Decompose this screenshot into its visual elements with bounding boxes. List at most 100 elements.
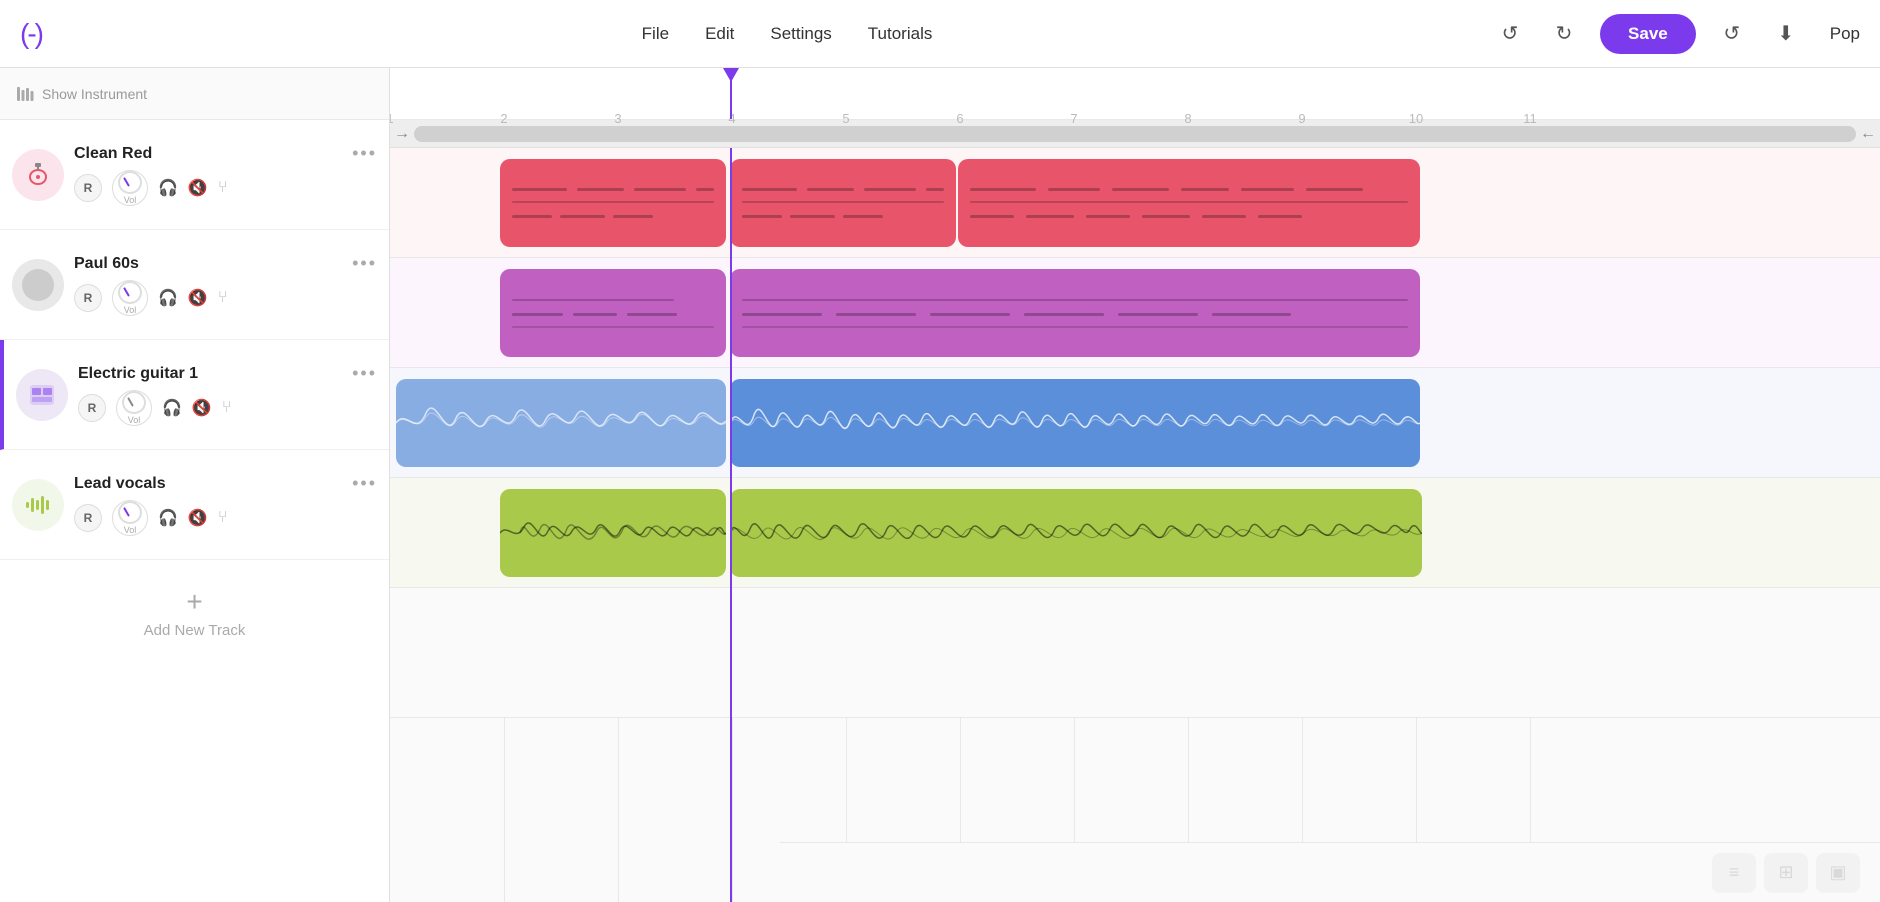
track-name-row: Electric guitar 1 ••• xyxy=(78,363,377,384)
record-btn-clean-red[interactable]: R xyxy=(74,174,102,202)
fork-icon-electric-guitar[interactable]: ⑂ xyxy=(222,399,232,417)
track-controls-clean-red: R Vol 🎧 🔇 ⑂ xyxy=(74,170,377,206)
fork-icon-lead-vocals[interactable]: ⑂ xyxy=(218,509,228,527)
vol-dial-electric-guitar[interactable]: Vol xyxy=(116,390,152,426)
sync-button[interactable]: ↺ xyxy=(1714,16,1750,52)
mute-icon-clean-red[interactable]: 🔇 xyxy=(188,178,208,198)
track-more-electric-guitar[interactable]: ••• xyxy=(352,363,377,384)
nav-tutorials[interactable]: Tutorials xyxy=(868,24,933,44)
track-panel: Show Instrument Clean Red ••• xyxy=(0,68,390,902)
clip-lead-vocals-2[interactable] xyxy=(730,489,1422,577)
guitar-icon xyxy=(24,161,52,189)
timeline-ruler: 1 2 3 4 5 6 7 8 9 10 11 xyxy=(390,68,1880,120)
undo-button[interactable]: ↺ xyxy=(1492,16,1528,52)
track-name-electric-guitar: Electric guitar 1 xyxy=(78,365,198,383)
vol-dial-paul-60s[interactable]: Vol xyxy=(112,280,148,316)
add-track-label: Add New Track xyxy=(144,622,246,639)
track-name-row: Paul 60s ••• xyxy=(74,253,377,274)
clip-paul-60s-1[interactable] xyxy=(500,269,726,357)
view-btn-3[interactable]: ▣ xyxy=(1816,853,1860,893)
track-controls-electric-guitar: R Vol 🎧 🔇 ⑂ xyxy=(78,390,377,426)
track-lane-clean-red[interactable] xyxy=(390,148,1880,258)
save-button[interactable]: Save xyxy=(1600,14,1696,54)
track-info-clean-red: Clean Red ••• R Vol 🎧 🔇 ⑂ xyxy=(74,143,377,206)
track-row: Paul 60s ••• R Vol 🎧 🔇 ⑂ xyxy=(0,230,389,340)
track-more-paul-60s[interactable]: ••• xyxy=(352,253,377,274)
redo-button[interactable]: ↻ xyxy=(1546,16,1582,52)
mute-icon-paul-60s[interactable]: 🔇 xyxy=(188,288,208,308)
clip-electric-guitar-2[interactable] xyxy=(730,379,1420,467)
vol-dial-clean-red[interactable]: Vol xyxy=(112,170,148,206)
track-lane-electric-guitar[interactable] xyxy=(390,368,1880,478)
clip-clean-red-1[interactable] xyxy=(500,159,726,247)
waveform-svg-vocals-1 xyxy=(500,493,726,573)
waveform-svg-1 xyxy=(396,383,726,463)
main-nav: File Edit Settings Tutorials xyxy=(82,24,1492,44)
nav-settings[interactable]: Settings xyxy=(770,24,831,44)
track-row: Lead vocals ••• R Vol 🎧 🔇 ⑂ xyxy=(0,450,389,560)
nav-edit[interactable]: Edit xyxy=(705,24,734,44)
track-lane-lead-vocals[interactable] xyxy=(390,478,1880,588)
clip-clean-red-2[interactable] xyxy=(730,159,956,247)
track-avatar-lead-vocals xyxy=(12,479,64,531)
track-more-lead-vocals[interactable]: ••• xyxy=(352,473,377,494)
track-controls-lead-vocals: R Vol 🎧 🔇 ⑂ xyxy=(74,500,377,536)
headphone-icon-electric-guitar[interactable]: 🎧 xyxy=(162,398,182,418)
track-lane-paul-60s[interactable] xyxy=(390,258,1880,368)
view-btn-1[interactable]: ≡ xyxy=(1712,853,1756,893)
mute-icon-lead-vocals[interactable]: 🔇 xyxy=(188,508,208,528)
waveform-icon xyxy=(24,491,52,519)
clip-paul-60s-2[interactable] xyxy=(730,269,1420,357)
playhead-ruler xyxy=(730,68,732,119)
header-controls: ↺ ↻ Save ↺ ⬇ Pop xyxy=(1492,14,1860,54)
download-button[interactable]: ⬇ xyxy=(1768,16,1804,52)
track-row: Electric guitar 1 ••• R Vol 🎧 🔇 ⑂ xyxy=(0,340,389,450)
ruler-num-7: 7 xyxy=(1070,111,1077,126)
range-arrow-left-icon[interactable]: → xyxy=(394,125,410,143)
range-arrow-right-icon[interactable]: ← xyxy=(1860,125,1876,143)
track-list: Clean Red ••• R Vol 🎧 🔇 ⑂ xyxy=(0,120,389,902)
record-btn-paul-60s[interactable]: R xyxy=(74,284,102,312)
track-name-clean-red: Clean Red xyxy=(74,145,152,163)
instrument-icon xyxy=(16,85,34,103)
track-more-clean-red[interactable]: ••• xyxy=(352,143,377,164)
ruler-num-5: 5 xyxy=(842,111,849,126)
ruler-num-11: 11 xyxy=(1523,111,1537,126)
clip-lead-vocals-1[interactable] xyxy=(500,489,726,577)
view-btn-2[interactable]: ⊞ xyxy=(1764,853,1808,893)
nav-file[interactable]: File xyxy=(642,24,669,44)
show-instrument-label: Show Instrument xyxy=(42,86,147,102)
track-controls-paul-60s: R Vol 🎧 🔇 ⑂ xyxy=(74,280,377,316)
sampler-icon xyxy=(28,381,56,409)
ruler-num-10: 10 xyxy=(1409,111,1423,126)
track-name-lead-vocals: Lead vocals xyxy=(74,475,166,493)
track-avatar-electric-guitar xyxy=(16,369,68,421)
playhead-line xyxy=(730,148,732,902)
headphone-icon-clean-red[interactable]: 🎧 xyxy=(158,178,178,198)
genre-label: Pop xyxy=(1830,24,1860,44)
headphone-icon-paul-60s[interactable]: 🎧 xyxy=(158,288,178,308)
record-btn-lead-vocals[interactable]: R xyxy=(74,504,102,532)
main-area: Show Instrument Clean Red ••• xyxy=(0,68,1880,902)
record-btn-electric-guitar[interactable]: R xyxy=(78,394,106,422)
vol-dial-lead-vocals[interactable]: Vol xyxy=(112,500,148,536)
headphone-icon-lead-vocals[interactable]: 🎧 xyxy=(158,508,178,528)
track-info-electric-guitar: Electric guitar 1 ••• R Vol 🎧 🔇 ⑂ xyxy=(78,363,377,426)
track-info-lead-vocals: Lead vocals ••• R Vol 🎧 🔇 ⑂ xyxy=(74,473,377,536)
track-info-paul-60s: Paul 60s ••• R Vol 🎧 🔇 ⑂ xyxy=(74,253,377,316)
show-instrument-bar[interactable]: Show Instrument xyxy=(0,68,389,120)
ruler-num-8: 8 xyxy=(1184,111,1191,126)
ruler-num-1: 1 xyxy=(390,111,394,126)
fork-icon-clean-red[interactable]: ⑂ xyxy=(218,179,228,197)
fork-icon-paul-60s[interactable]: ⑂ xyxy=(218,289,228,307)
mute-icon-electric-guitar[interactable]: 🔇 xyxy=(192,398,212,418)
timeline-area: 1 2 3 4 5 6 7 8 9 10 11 → ← xyxy=(390,68,1880,902)
clip-clean-red-3[interactable] xyxy=(958,159,1420,247)
track-name-paul-60s: Paul 60s xyxy=(74,255,139,273)
app-header: (-) File Edit Settings Tutorials ↺ ↻ Sav… xyxy=(0,0,1880,68)
range-bar[interactable] xyxy=(414,126,1856,142)
ruler-num-6: 6 xyxy=(956,111,963,126)
clip-electric-guitar-1[interactable] xyxy=(396,379,726,467)
track-name-row: Lead vocals ••• xyxy=(74,473,377,494)
add-track-button[interactable]: + Add New Track xyxy=(0,560,389,667)
